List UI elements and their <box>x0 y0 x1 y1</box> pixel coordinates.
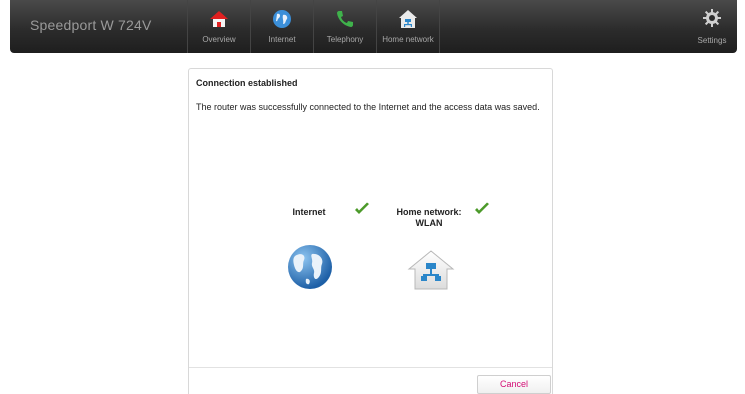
home-network-check-icon <box>475 202 489 214</box>
internet-check-icon <box>355 202 369 214</box>
dialog-title: Connection established <box>196 78 298 88</box>
nav-overview-label: Overview <box>202 35 236 44</box>
status-internet-label: Internet <box>292 207 326 217</box>
status-home-network-label: Home network: WLAN <box>396 207 462 228</box>
nav-home-network-label: Home network <box>382 35 434 44</box>
internet-globe-icon <box>288 245 332 289</box>
top-navigation-bar: Speedport W 724V Overview Internet Telep… <box>10 0 737 53</box>
cancel-button[interactable]: Cancel <box>477 375 551 394</box>
nav-overview[interactable]: Overview <box>187 0 251 53</box>
connection-dialog: Connection established The router was su… <box>188 68 553 394</box>
dialog-footer-divider <box>189 367 552 368</box>
globe-icon <box>272 8 292 30</box>
nav-internet-label: Internet <box>268 35 296 44</box>
nav-internet[interactable]: Internet <box>250 0 314 53</box>
dialog-message: The router was successfully connected to… <box>196 102 540 112</box>
gear-icon <box>703 9 721 32</box>
phone-icon <box>335 8 355 30</box>
nav-telephony[interactable]: Telephony <box>313 0 377 53</box>
nav-settings[interactable]: Settings <box>692 0 732 53</box>
home-icon <box>209 8 229 30</box>
home-network-icon <box>398 8 418 30</box>
brand-title: Speedport W 724V <box>30 17 152 33</box>
home-network-wlan-icon <box>407 250 455 290</box>
nav-home-network[interactable]: Home network <box>376 0 440 53</box>
nav-telephony-label: Telephony <box>326 35 364 44</box>
nav-settings-label: Settings <box>697 36 727 45</box>
